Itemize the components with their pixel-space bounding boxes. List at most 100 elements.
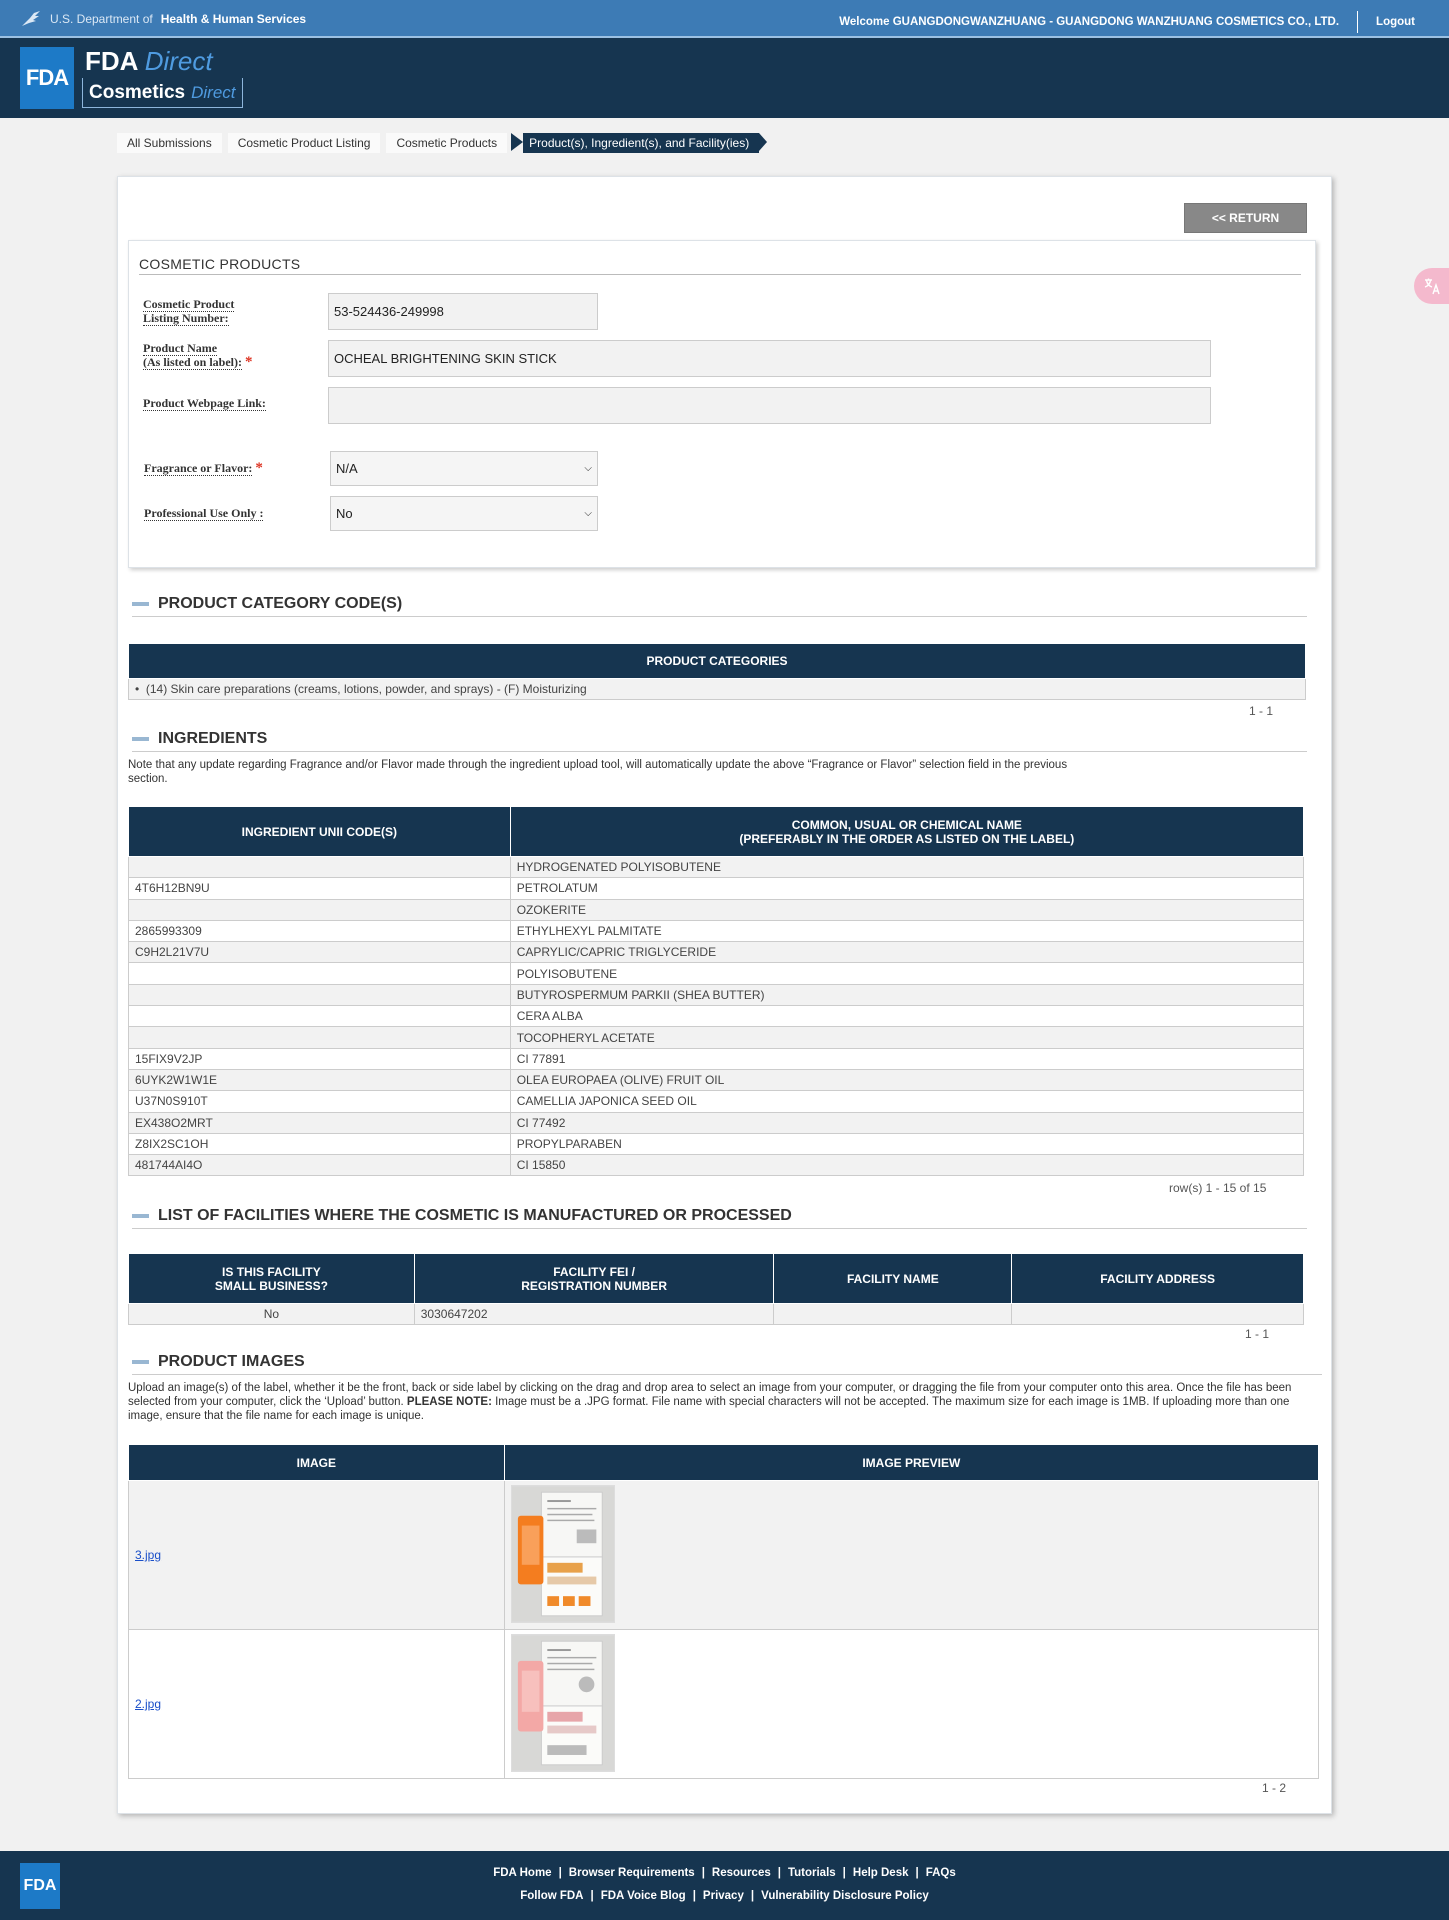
ingredient-row: EX438O2MRT CI 77492 [128,1111,1305,1134]
ingredient-row: C9H2L21V7U CAPRYLIC/CAPRIC TRIGLYCERIDE [128,941,1305,964]
header-divider [1357,11,1359,33]
footer-separator: | [750,1890,755,1902]
unii-code-cell [128,855,511,879]
translate-icon[interactable] [1414,268,1449,304]
unii-code-cell [128,1005,511,1028]
hhs-dept-name: Health & Human Services [160,12,307,26]
listing-number-field[interactable]: 53-524436-249998 [328,293,598,330]
required-marker: * [255,460,263,476]
small-business-header-line2: SMALL BUSINESS? [214,1278,328,1293]
chevron-down-icon: ⌵ [584,463,592,474]
images-section-title[interactable]: PRODUCT IMAGES [132,1353,1322,1375]
fda-direct-title: FDA Direct [85,46,213,77]
footer-link[interactable]: Help Desk [853,1867,909,1879]
breadcrumb-product-listing[interactable]: Cosmetic Product Listing [227,133,381,153]
unii-code-cell [128,962,511,985]
ingredient-row: 15FIX9V2JP CI 77891 [128,1047,1305,1070]
product-photo-2[interactable] [510,1633,615,1772]
unii-code-cell: 2865993309 [128,919,511,943]
product-name-label-line2: (As listed on label): [143,355,242,370]
required-marker: * [245,354,253,370]
cosmetics-word: Cosmetics [89,81,186,103]
footer-link[interactable]: Resources [712,1867,771,1879]
chevron-down-icon: ⌵ [584,508,592,519]
collapse-minus-icon[interactable] [132,1214,149,1218]
facilities-title-text: LIST OF FACILITIES WHERE THE COSMETIC IS… [158,1207,792,1224]
professional-use-label-text: Professional Use Only : [144,506,264,521]
welcome-text: Welcome GUANGDONGWANZHUANG - GUANGDONG W… [839,16,1340,28]
product-photo-3[interactable] [510,1484,615,1623]
image-row: 3.jpg [128,1480,1320,1630]
chemical-name-cell: CERA ALBA [509,1005,1305,1028]
ingredients-body: HYDROGENATED POLYISOBUTENE 4T6H12BN9U PETR… [128,855,1305,1177]
small-business-header: IS THIS FACILITY SMALL BUSINESS? [128,1253,415,1304]
images-pager: 1 - 2 [1262,1781,1287,1795]
footer-link[interactable]: Privacy [703,1890,744,1902]
facility-name-header: FACILITY NAME [773,1253,1013,1304]
logout-link[interactable]: Logout [1376,16,1415,28]
image-header: IMAGE [128,1444,505,1481]
hhs-top-bar: U.S. Department of Health & Human Service… [0,0,1449,38]
fda-header: FDA FDA Direct Cosmetics Direct [0,38,1449,118]
webpage-link-field[interactable] [328,387,1211,424]
unii-code-cell [128,898,511,921]
unii-code-cell: 15FIX9V2JP [128,1047,511,1070]
footer-link[interactable]: Vulnerability Disclosure Policy [761,1890,929,1902]
unii-code-cell: U37N0S910T [128,1090,511,1113]
ingredients-title-text: INGREDIENTS [158,730,268,747]
chemical-name-cell: OLEA EUROPAEA (OLIVE) FRUIT OIL [509,1068,1305,1092]
fragrance-selected-value: N/A [336,461,358,476]
cosmetics-direct-title: Cosmetics Direct [82,78,243,108]
fragrance-select[interactable]: N/A ⌵ [330,451,598,486]
collapse-minus-icon[interactable] [132,737,149,741]
chemical-name-cell: CAMELLIA JAPONICA SEED OIL [509,1090,1305,1113]
fragrance-label: Fragrance or Flavor: * [144,460,263,476]
chemical-name-cell: POLYISOBUTENE [509,962,1305,985]
facility-name-cell [773,1302,1013,1326]
chemical-name-cell: TOCOPHERYL ACETATE [509,1026,1305,1049]
image-file-cell: 3.jpg [128,1480,505,1630]
chemical-name-cell: OZOKERITE [509,898,1305,921]
image-file-link-2[interactable]: 2.jpg [135,1697,161,1711]
category-table: PRODUCT CATEGORIES • (14) Skin care prep… [128,643,1306,700]
ingredient-row: 4T6H12BN9U PETROLATUM [128,877,1305,900]
footer-link[interactable]: Follow FDA [520,1890,583,1902]
chemical-name-cell: ETHYLHEXYL PALMITATE [509,919,1305,943]
category-item: (14) Skin care preparations (creams, lot… [145,682,587,696]
fei-cell: 3030647202 [413,1302,775,1326]
unii-code-cell: 6UYK2W1W1E [128,1068,511,1092]
fda-word: FDA [85,46,138,76]
breadcrumb-all-submissions[interactable]: All Submissions [117,133,222,153]
collapse-minus-icon[interactable] [132,602,149,606]
hhs-branding[interactable]: U.S. Department of Health & Human Service… [20,10,306,28]
chemical-name-header: COMMON, USUAL OR CHEMICAL NAME (PREFERABL… [509,806,1305,857]
footer-link[interactable]: Tutorials [788,1867,836,1879]
ingredients-section-title[interactable]: INGREDIENTS [132,730,1307,752]
collapse-minus-icon[interactable] [132,1360,149,1364]
breadcrumb-cosmetic-products[interactable]: Cosmetic Products [386,133,508,153]
ingredient-row: CERA ALBA [128,1005,1305,1028]
unii-code-cell: 481744AI4O [128,1154,511,1177]
category-header: PRODUCT CATEGORIES [128,643,1306,679]
image-file-link-3[interactable]: 3.jpg [135,1548,161,1562]
footer-separator: | [701,1867,705,1879]
images-table: IMAGE IMAGE PREVIEW 3.jpg 2.jpg [128,1444,1320,1779]
professional-use-selected-value: No [336,506,353,521]
product-name-field[interactable]: OCHEAL BRIGHTENING SKIN STICK [328,340,1211,377]
fda-logo[interactable]: FDA [20,47,74,109]
footer-link[interactable]: FDA Voice Blog [601,1890,686,1902]
return-button[interactable]: << RETURN [1184,203,1307,233]
facilities-section-title[interactable]: LIST OF FACILITIES WHERE THE COSMETIC IS… [132,1207,1307,1229]
footer-link[interactable]: FAQs [926,1867,956,1879]
image-preview-cell [503,1629,1320,1779]
professional-use-select[interactable]: No ⌵ [330,496,598,531]
image-preview-header: IMAGE PREVIEW [503,1444,1320,1481]
footer-links-row2: Follow FDA | FDA Voice Blog | Privacy | Vulner… [0,1890,1449,1902]
footer-link[interactable]: Browser Requirements [569,1867,695,1879]
facilities-table: IS THIS FACILITY SMALL BUSINESS? FACILITY… [128,1253,1304,1326]
footer-separator: | [558,1867,562,1879]
chemical-name-header-line1: COMMON, USUAL OR CHEMICAL NAME [791,817,1022,832]
category-section-title[interactable]: PRODUCT CATEGORY CODE(S) [132,595,1307,617]
footer-link[interactable]: FDA Home [493,1867,551,1879]
footer-separator: | [692,1890,696,1902]
